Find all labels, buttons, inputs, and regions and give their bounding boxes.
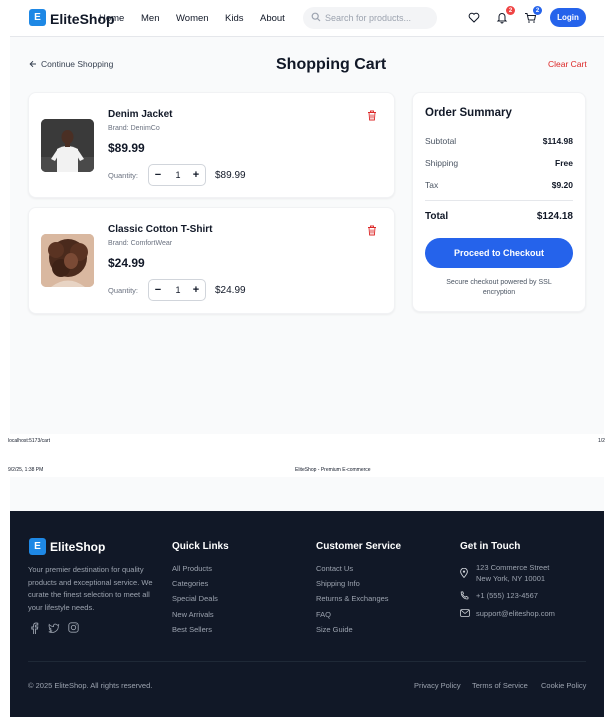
page-title: Shopping Cart [276,56,387,73]
subtotal-value: $114.98 [542,136,573,146]
footer-link-size-guide[interactable]: Size Guide [316,625,353,634]
summary-divider [425,200,573,201]
shipping-value: Free [555,158,573,168]
product-price: $89.99 [108,141,145,155]
decrease-quantity-button[interactable]: − [152,168,164,182]
facebook-icon[interactable] [30,622,39,634]
quantity-stepper: − 1 + [148,279,206,301]
footer-link-shipping-info[interactable]: Shipping Info [316,579,360,588]
total-value: $124.18 [536,211,573,222]
footer-brand[interactable]: EliteShop [50,540,105,554]
get-in-touch-heading: Get in Touch [460,541,521,552]
man-in-white-tshirt-icon [41,119,94,172]
decrease-quantity-button[interactable]: − [152,283,164,297]
product-price: $24.99 [108,256,145,270]
nav-link-men[interactable]: Men [141,13,159,24]
print-page-number: 1/2 [598,438,605,444]
quantity-value[interactable]: 1 [172,170,184,180]
product-brand: Brand: ComfortWear [108,240,173,247]
cart-badge: 2 [533,6,542,15]
page-gap [10,477,604,511]
search-placeholder: Search for products... [325,13,412,23]
subtotal-row: Subtotal $114.98 [425,136,573,146]
tax-value: $9.20 [551,180,573,190]
notification-badge: 2 [506,6,515,15]
product-image[interactable] [41,119,94,172]
product-name[interactable]: Classic Cotton T-Shirt [108,224,212,235]
product-name[interactable]: Denim Jacket [108,109,172,120]
footer-link-returns[interactable]: Returns & Exchanges [316,594,389,603]
nav-link-home[interactable]: Home [99,13,124,24]
copyright: © 2025 EliteShop. All rights reserved. [28,681,153,690]
address-line-2: New York, NY 10001 [476,574,546,583]
privacy-policy-link[interactable]: Privacy Policy [414,681,461,690]
secure-checkout-note: Secure checkout powered by SSL encryptio… [446,279,552,296]
footer-divider [28,661,586,662]
cookie-policy-link[interactable]: Cookie Policy [541,681,586,690]
footer-link-categories[interactable]: Categories [172,579,208,588]
footer-link-all-products[interactable]: All Products [172,564,212,573]
quantity-value[interactable]: 1 [172,285,184,295]
logo-mark[interactable]: E [29,9,46,26]
product-image[interactable] [41,234,94,287]
print-url: localhost:5173/cart [8,438,50,444]
address-line-1: 123 Commerce Street [476,563,550,572]
footer-link-new-arrivals[interactable]: New Arrivals [172,610,214,619]
footer-link-faq[interactable]: FAQ [316,610,331,619]
quantity-label: Quantity: [108,286,139,295]
search-icon [311,12,321,22]
cart-item: Denim Jacket Brand: DenimCo $89.99 Quant… [28,92,395,198]
terms-of-service-link[interactable]: Terms of Service [472,681,528,690]
instagram-icon[interactable] [68,622,79,633]
nav-link-kids[interactable]: Kids [225,13,243,24]
quantity-stepper: − 1 + [148,164,206,186]
shipping-label: Shipping [425,158,459,168]
navbar: E EliteShop Home Men Women Kids About Se… [10,0,604,37]
order-summary-title: Order Summary [425,107,512,119]
login-button[interactable]: Login [550,8,586,27]
line-total: $89.99 [215,170,246,181]
tax-label: Tax [425,180,439,190]
shipping-row: Shipping Free [425,158,573,168]
search-input[interactable]: Search for products... [303,7,437,29]
continue-shopping-link[interactable]: Continue Shopping [41,59,113,69]
heart-icon[interactable] [468,12,480,23]
phone-icon [460,591,469,600]
nav-link-about[interactable]: About [260,13,285,24]
map-pin-icon [460,568,468,578]
total-label: Total [425,211,449,222]
footer-link-contact-us[interactable]: Contact Us [316,564,353,573]
print-datetime: 9/2/25, 1:38 PM [8,467,44,473]
line-total: $24.99 [215,285,246,296]
footer-link-best-sellers[interactable]: Best Sellers [172,625,212,634]
site-footer: E EliteShop Your premier destination for… [10,511,604,717]
woman-with-curly-hair-icon [41,234,94,287]
phone-number[interactable]: +1 (555) 123-4567 [476,591,538,600]
cart-page: Continue Shopping Shopping Cart Clear Ca… [10,37,604,434]
tax-row: Tax $9.20 [425,180,573,190]
trash-icon[interactable] [367,110,377,121]
support-email[interactable]: support@eliteshop.com [476,609,555,618]
footer-link-special-deals[interactable]: Special Deals [172,594,218,603]
footer-tagline: Your premier destination for quality pro… [28,565,153,612]
twitter-icon[interactable] [48,623,60,633]
customer-service-heading: Customer Service [316,541,402,552]
quick-links-heading: Quick Links [172,541,229,552]
increase-quantity-button[interactable]: + [190,283,202,297]
checkout-button[interactable]: Proceed to Checkout [425,238,573,268]
product-brand: Brand: DenimCo [108,125,160,132]
clear-cart-button[interactable]: Clear Cart [548,59,587,69]
nav-link-women[interactable]: Women [176,13,209,24]
subtotal-label: Subtotal [425,136,457,146]
trash-icon[interactable] [367,225,377,236]
footer-logo-mark[interactable]: E [29,538,46,555]
arrow-left-icon[interactable] [29,60,37,68]
total-row: Total $124.18 [425,211,573,222]
print-doc-title: EliteShop - Premium E-commerce [295,467,371,473]
mail-icon [460,609,470,617]
increase-quantity-button[interactable]: + [190,168,202,182]
cart-item: Classic Cotton T-Shirt Brand: ComfortWea… [28,207,395,314]
quantity-label: Quantity: [108,171,139,180]
